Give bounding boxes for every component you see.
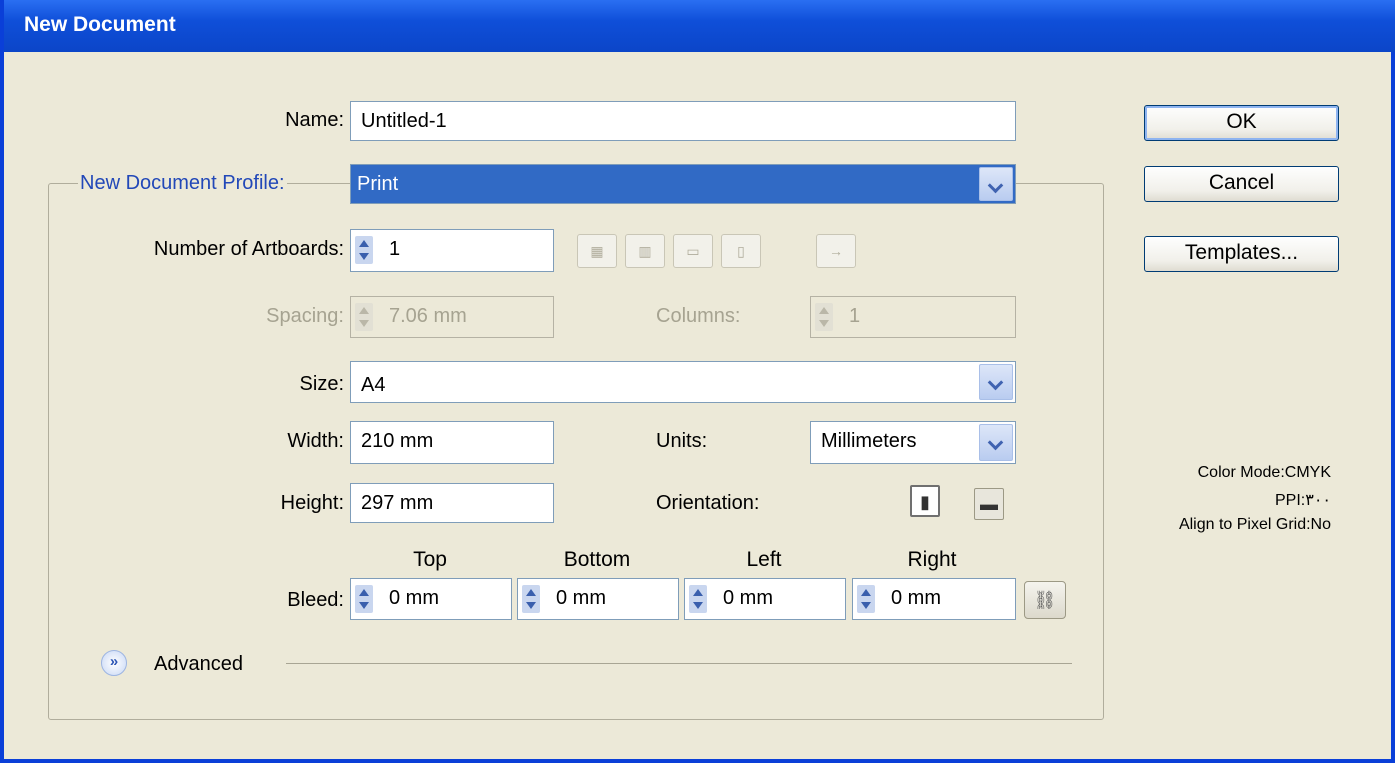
profile-value: Print	[357, 173, 399, 195]
cancel-button[interactable]: Cancel	[1144, 166, 1339, 202]
bleed-top-header: Top	[413, 548, 447, 571]
portrait-orientation-icon[interactable]: ▮	[910, 485, 940, 517]
link-bleed-icon[interactable]: ⛓	[1024, 581, 1066, 619]
height-value: 297 mm	[361, 492, 434, 514]
bleed-label: Bleed:	[287, 589, 344, 611]
artboards-spinner-icon[interactable]	[355, 236, 373, 264]
columns-label: Columns:	[656, 305, 741, 327]
columns-value: 1	[849, 305, 861, 327]
units-value: Millimeters	[821, 430, 917, 452]
profile-label: New Document Profile:	[78, 172, 287, 195]
arrange-by-row-icon: ▭	[673, 234, 713, 268]
arrange-by-column-icon: ▯	[721, 234, 761, 268]
grid-by-row-icon: ▦	[577, 234, 617, 268]
bleed-top-spinner-icon[interactable]	[355, 585, 373, 613]
bleed-right-spinner-icon[interactable]	[857, 585, 875, 613]
artboards-label: Number of Artboards:	[153, 238, 344, 260]
size-value: A4	[361, 374, 386, 396]
bleed-bottom-value: 0 mm	[556, 587, 606, 609]
columns-spinner-icon	[815, 303, 833, 331]
grid-by-column-icon: ▥	[625, 234, 665, 268]
window-title: New Document	[24, 13, 176, 36]
advanced-divider	[286, 663, 1072, 664]
units-dropdown-icon[interactable]	[979, 424, 1013, 461]
bleed-bottom-header: Bottom	[563, 548, 631, 571]
ppi-info: PPI:٣٠٠	[1274, 492, 1331, 509]
advanced-label[interactable]: Advanced	[154, 653, 243, 676]
bleed-right-value: 0 mm	[891, 587, 941, 609]
name-label: Name:	[285, 109, 344, 131]
profile-select[interactable]: Print	[350, 164, 1016, 204]
color-mode-info: Color Mode:CMYK	[1197, 464, 1331, 481]
layout-direction-icon: →	[816, 234, 856, 268]
height-label: Height:	[280, 492, 344, 514]
bleed-left-spinner-icon[interactable]	[689, 585, 707, 613]
width-input[interactable]: 210 mm	[350, 421, 554, 464]
expand-advanced-icon[interactable]: »	[101, 650, 127, 676]
title-bar[interactable]: New Document	[4, 0, 1395, 52]
bleed-left-value: 0 mm	[723, 587, 773, 609]
templates-button[interactable]: Templates...	[1144, 236, 1339, 272]
ok-button[interactable]: OK	[1144, 105, 1339, 141]
artboards-input[interactable]: 1	[350, 229, 554, 272]
bleed-top-value: 0 mm	[389, 587, 439, 609]
orientation-label: Orientation:	[656, 492, 760, 514]
bleed-bottom-spinner-icon[interactable]	[522, 585, 540, 613]
bleed-left-header: Left	[746, 548, 782, 571]
size-dropdown-icon[interactable]	[979, 364, 1013, 400]
spacing-label: Spacing:	[266, 305, 344, 327]
profile-dropdown-icon[interactable]	[979, 167, 1013, 201]
spacing-input: 7.06 mm	[350, 296, 554, 338]
landscape-orientation-icon[interactable]: ▬	[974, 488, 1004, 520]
bleed-bottom-input[interactable]: 0 mm	[517, 578, 679, 620]
bleed-left-input[interactable]: 0 mm	[684, 578, 846, 620]
name-value: Untitled-1	[361, 110, 447, 132]
units-select[interactable]: Millimeters	[810, 421, 1016, 464]
new-document-dialog: New Document Name: Untitled-1 New Docume…	[0, 0, 1395, 763]
name-input[interactable]: Untitled-1	[350, 101, 1016, 141]
height-input[interactable]: 297 mm	[350, 483, 554, 523]
size-label: Size:	[299, 373, 344, 395]
bleed-right-header: Right	[907, 548, 957, 571]
width-label: Width:	[287, 430, 344, 452]
columns-input: 1	[810, 296, 1016, 338]
align-pixel-grid-info: Align to Pixel Grid:No	[1178, 516, 1331, 533]
spacing-spinner-icon	[355, 303, 373, 331]
width-value: 210 mm	[361, 430, 434, 452]
bleed-right-input[interactable]: 0 mm	[852, 578, 1016, 620]
units-label: Units:	[656, 430, 708, 452]
size-select[interactable]: A4	[350, 361, 1016, 403]
artboards-value: 1	[389, 238, 401, 260]
bleed-top-input[interactable]: 0 mm	[350, 578, 512, 620]
spacing-value: 7.06 mm	[389, 305, 467, 327]
